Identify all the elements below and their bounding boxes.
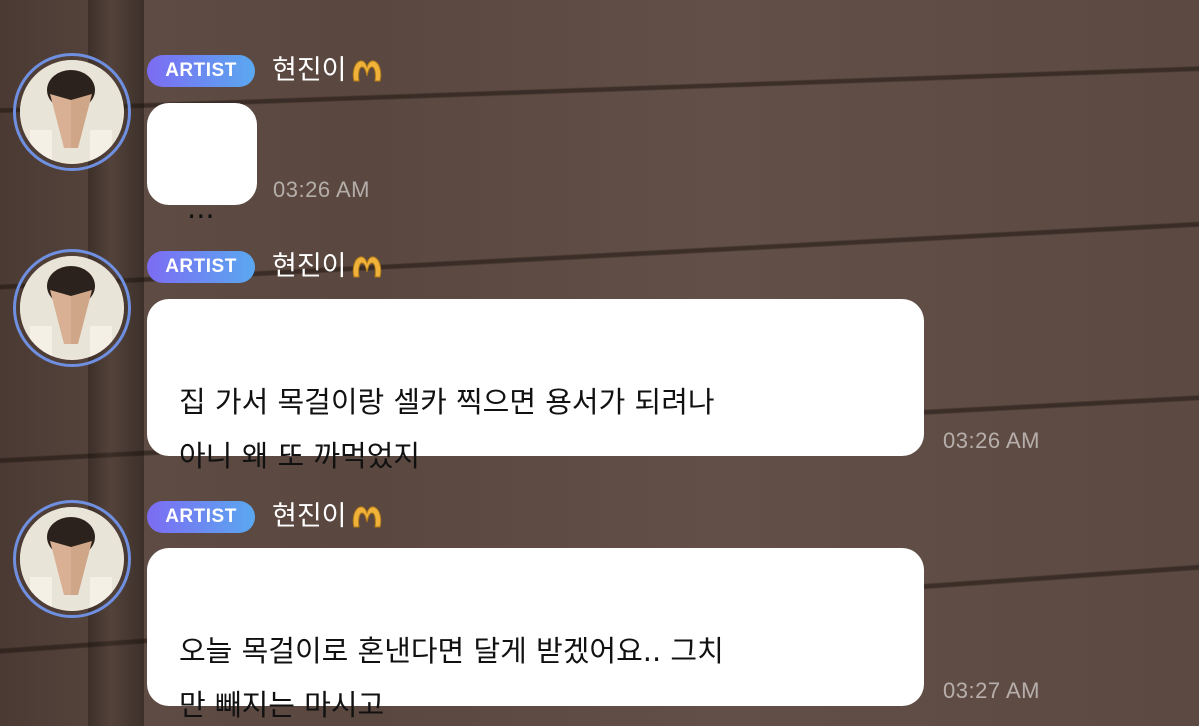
heart-hands-icon <box>350 503 384 539</box>
message-timestamp: 03:26 AM <box>943 428 1040 453</box>
avatar[interactable] <box>13 53 131 171</box>
sender-name-label: 현진이 <box>272 501 347 532</box>
message-timestamp: 03:26 AM <box>273 177 370 202</box>
message-bubble[interactable]: ... <box>147 103 257 225</box>
heart-hands-icon <box>350 57 384 93</box>
sender-name[interactable]: 현진이 <box>272 499 384 535</box>
avatar-photo <box>20 256 124 360</box>
artist-badge: ARTIST <box>147 251 255 283</box>
message-text: 집 가서 목걸이랑 셀카 찍으면 용서가 되려나 아니 왜 또 까먹었지 <box>179 385 715 473</box>
message-timestamp: 03:27 AM <box>943 678 1040 703</box>
message-text: 오늘 목걸이로 혼낸다면 달게 받겠어요.. 그치 만 빼지는 마시고 <box>179 634 724 722</box>
avatar-photo <box>20 60 124 164</box>
avatar[interactable] <box>13 249 131 367</box>
avatar-image-icon <box>20 256 122 358</box>
avatar-photo <box>20 507 124 611</box>
heart-hands-icon <box>350 253 384 289</box>
artist-badge: ARTIST <box>147 501 255 533</box>
sender-name[interactable]: 현진이 <box>272 249 384 285</box>
avatar-image-icon <box>20 507 122 609</box>
message-text: ... <box>187 191 215 225</box>
sender-name[interactable]: 현진이 <box>272 53 384 89</box>
avatar-image-icon <box>20 60 122 162</box>
sender-name-label: 현진이 <box>272 55 347 86</box>
sender-name-label: 현진이 <box>272 251 347 282</box>
avatar[interactable] <box>13 500 131 618</box>
message-bubble[interactable]: 오늘 목걸이로 혼낸다면 달게 받겠어요.. 그치 만 빼지는 마시고 <box>147 548 924 722</box>
message-bubble[interactable]: 집 가서 목걸이랑 셀카 찍으면 용서가 되려나 아니 왜 또 까먹었지 <box>147 299 924 473</box>
artist-badge: ARTIST <box>147 55 255 87</box>
